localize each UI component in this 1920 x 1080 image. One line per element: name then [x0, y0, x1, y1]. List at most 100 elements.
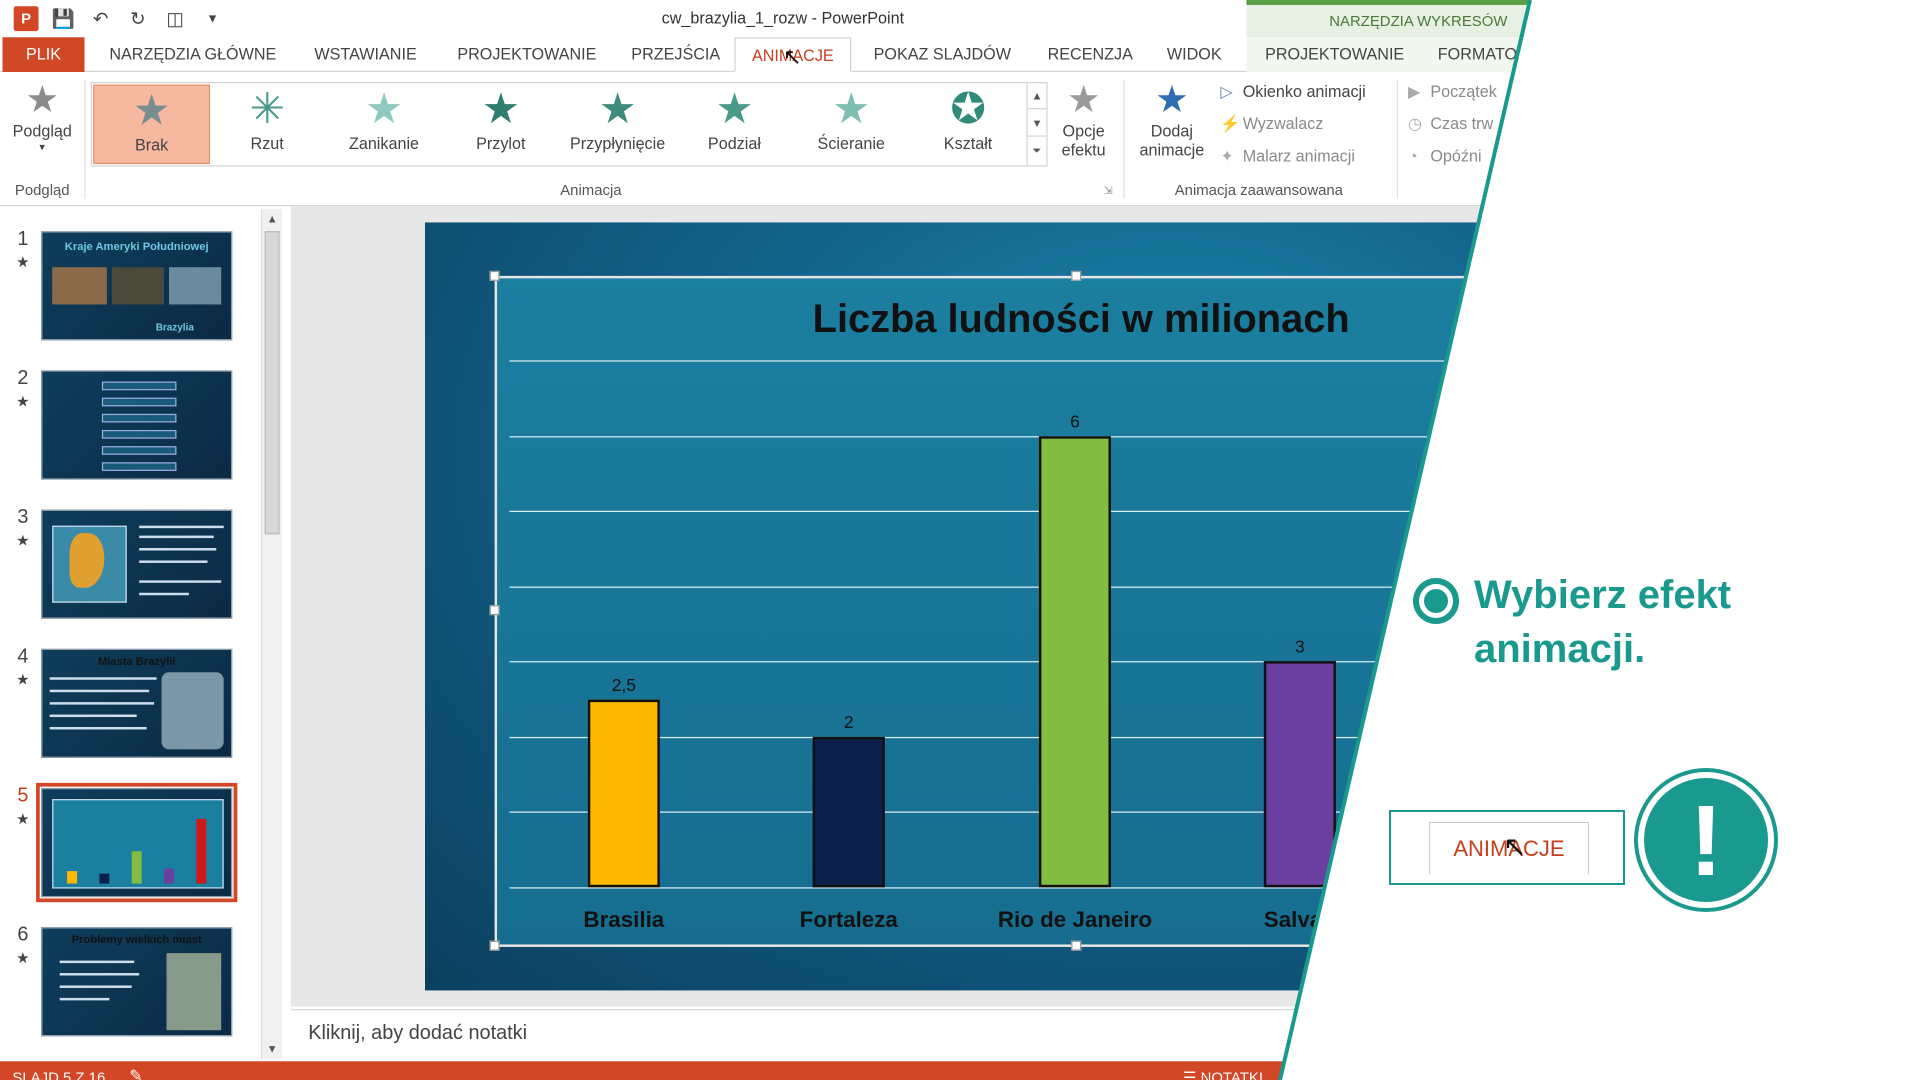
notes-toggle-button[interactable]: ☰ NOTATKI	[1183, 1069, 1263, 1080]
category-label: Salvad	[1263, 907, 1336, 933]
chart-title[interactable]: Liczba ludności w milionach	[696, 296, 1466, 342]
slide-counter: SLAJD 5 Z 16	[12, 1068, 106, 1080]
chart-bar[interactable]	[1263, 661, 1336, 888]
resize-handle[interactable]	[489, 940, 500, 951]
resize-handle[interactable]	[1071, 940, 1082, 951]
bullet-icon	[1413, 578, 1459, 624]
tab-plik[interactable]: PLIK	[2, 37, 85, 73]
add-animation-button[interactable]: ★ Dodaj animacje	[1128, 80, 1215, 160]
thumb-text-line	[139, 525, 224, 529]
effect-options-button[interactable]: ★ Opcje efektu	[1051, 80, 1116, 160]
delay-icon: ◔	[1407, 146, 1418, 166]
save-icon[interactable]: 💾	[50, 5, 77, 32]
start-label: Początek	[1430, 82, 1497, 101]
slide-thumbnail-2[interactable]	[41, 370, 233, 480]
tab-slideshow[interactable]: POKAZ SLAJDÓW	[874, 37, 1011, 72]
slide-thumbnail-1[interactable]: Kraje Ameryki Południowej Brazylia	[41, 231, 233, 341]
data-label: 2	[843, 711, 854, 732]
animation-fade[interactable]: ★ Zanikanie	[326, 85, 443, 165]
animation-painter-button[interactable]: ✦ Malarz animacji	[1220, 147, 1355, 167]
tab-review[interactable]: RECENZJA	[1048, 37, 1133, 72]
ribbon-tabs: PLIK NARZĘDZIA GŁÓWNE WSTAWIANIE PROJEKT…	[0, 37, 1920, 73]
thumb-subtitle: Brazylia	[155, 321, 194, 334]
effect-options-label: Opcje	[1062, 121, 1105, 141]
trigger-button[interactable]: ⚡ Wyzwalacz	[1220, 114, 1323, 134]
tab-chart-design[interactable]: PROJEKTOWANIE	[1265, 37, 1404, 72]
thumb-number: 1	[17, 228, 29, 250]
ribbon: ★ Podgląd ▾ Podgląd ★ Brak ✳ Rzut ★ Zani…	[0, 72, 1920, 207]
dialog-launcher-icon[interactable]: ⇲	[1104, 184, 1113, 198]
tab-insert[interactable]: WSTAWIANIE	[314, 37, 416, 72]
animation-pane-button[interactable]: ▷ Okienko animacji	[1220, 82, 1365, 102]
exclamation-icon: !	[1638, 772, 1774, 908]
effect-options-star-icon: ★	[1066, 79, 1101, 121]
customize-qat-icon[interactable]: ▼	[199, 5, 226, 32]
resize-handle[interactable]	[1071, 270, 1082, 281]
gallery-scroll-up-icon[interactable]: ▲	[1027, 82, 1047, 110]
slide-thumbnail-6[interactable]: Problemy wielkich miast	[41, 927, 233, 1037]
animation-label: Ścieranie	[817, 134, 885, 153]
slide-thumbnail-4[interactable]: Miasta Brazylii	[41, 648, 233, 759]
thumb-text-line	[49, 689, 150, 693]
scroll-down-icon[interactable]: ▼	[262, 1039, 282, 1059]
chart-bar[interactable]	[812, 736, 885, 888]
tab-chart-format[interactable]: FORMATO	[1438, 37, 1517, 72]
group-label-advanced: Animacja zaawansowana	[1174, 181, 1343, 199]
gridline	[509, 586, 1445, 588]
thumb-photo	[169, 267, 222, 305]
animation-wipe[interactable]: ★ Ścieranie	[793, 85, 910, 165]
animation-split[interactable]: ★ Podział	[676, 85, 793, 165]
thumb-number: 3	[17, 507, 29, 529]
data-label: 6	[1070, 410, 1080, 431]
chart-bar[interactable]	[587, 699, 660, 888]
scroll-up-icon[interactable]: ▲	[262, 209, 282, 229]
thumb-number: 4	[17, 646, 29, 668]
category-label: Rio de Janeiro	[997, 907, 1153, 933]
duration-option[interactable]: ◷ Czas trw	[1408, 114, 1493, 134]
thumb-photo	[161, 672, 224, 750]
gallery-scroller: ▲ ▼ ⏷	[1026, 82, 1047, 167]
gallery-more-icon[interactable]: ⏷	[1028, 137, 1047, 164]
animation-label: Przylot	[476, 134, 526, 153]
slide-thumbnails-panel: 1 ★ Kraje Ameryki Południowej Brazylia 2…	[0, 206, 289, 1062]
scroll-thumb[interactable]	[264, 231, 280, 535]
animation-appear[interactable]: ✳ Rzut	[209, 85, 326, 165]
animation-fly-in[interactable]: ★ Przylot	[442, 85, 559, 165]
thumb-shape	[101, 429, 177, 439]
spellcheck-icon[interactable]: ✎	[129, 1066, 143, 1080]
thumbnails-scrollbar[interactable]: ▲ ▼	[260, 208, 283, 1059]
slide-thumbnail-5[interactable]	[36, 782, 238, 903]
group-label-preview: Podgląd	[14, 181, 70, 199]
delay-option[interactable]: ◔ Opóźni	[1408, 147, 1482, 166]
separator	[84, 79, 86, 199]
animation-star-icon: ★	[16, 531, 30, 550]
animation-shape[interactable]: ✪ Kształt	[910, 85, 1027, 165]
effect-options-label-2: efektu	[1061, 140, 1106, 160]
thumb-shape	[101, 462, 177, 471]
animation-star-icon: ★	[16, 671, 30, 689]
animation-float-in[interactable]: ★ Przypłynięcie	[559, 85, 676, 165]
undo-icon[interactable]: ↶	[87, 5, 114, 32]
preview-button[interactable]: ★ Podgląd ▾	[5, 80, 80, 155]
thumb-number: 5	[17, 785, 29, 807]
gridline	[509, 435, 1445, 437]
start-slideshow-icon[interactable]: ◫	[162, 5, 189, 32]
duration-label: Czas trw	[1430, 114, 1494, 133]
category-label: Fortaleza	[799, 907, 898, 933]
tab-view[interactable]: WIDOK	[1167, 37, 1222, 72]
start-option[interactable]: ▶ Początek	[1408, 82, 1497, 102]
star-icon: ★	[365, 85, 403, 133]
gallery-scroll-down-icon[interactable]: ▼	[1027, 109, 1047, 137]
slide-thumbnail-3[interactable]	[41, 509, 233, 619]
tab-design[interactable]: PROJEKTOWANIE	[457, 37, 596, 72]
chart-bar[interactable]	[1038, 435, 1111, 888]
resize-handle[interactable]	[489, 270, 500, 281]
tab-home[interactable]: NARZĘDZIA GŁÓWNE	[109, 37, 276, 72]
data-label: 2,5	[611, 674, 636, 695]
redo-icon[interactable]: ↻	[124, 5, 151, 32]
resize-handle[interactable]	[489, 605, 500, 616]
tab-transitions[interactable]: PRZEJŚCIA	[631, 37, 720, 72]
animation-none[interactable]: ★ Brak	[93, 84, 211, 165]
notes-pane[interactable]: Kliknij, aby dodać notatki	[290, 1009, 1920, 1059]
thumb-text-line	[59, 985, 132, 988]
